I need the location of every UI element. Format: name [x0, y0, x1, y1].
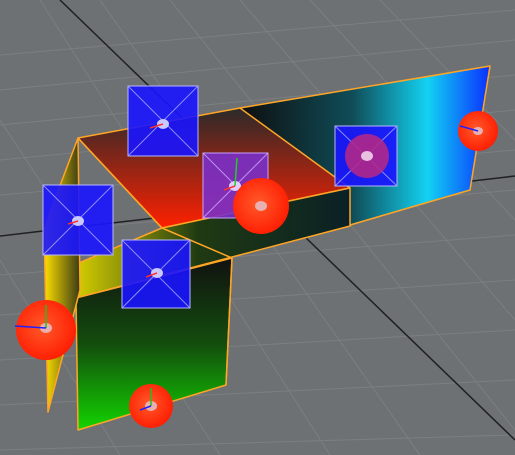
point-light-3[interactable] [345, 134, 389, 178]
point-light-4[interactable] [458, 111, 498, 151]
point-light-1[interactable] [14, 300, 76, 360]
area-light-1[interactable] [127, 85, 199, 157]
left-side-face[interactable] [43, 137, 81, 413]
area-light-2[interactable] [42, 184, 114, 256]
3d-viewport[interactable] [0, 0, 515, 455]
viewport-canvas[interactable] [0, 0, 515, 455]
area-light-3[interactable] [121, 239, 191, 309]
point-light-2[interactable] [233, 178, 289, 234]
point-light-5[interactable] [129, 384, 173, 428]
